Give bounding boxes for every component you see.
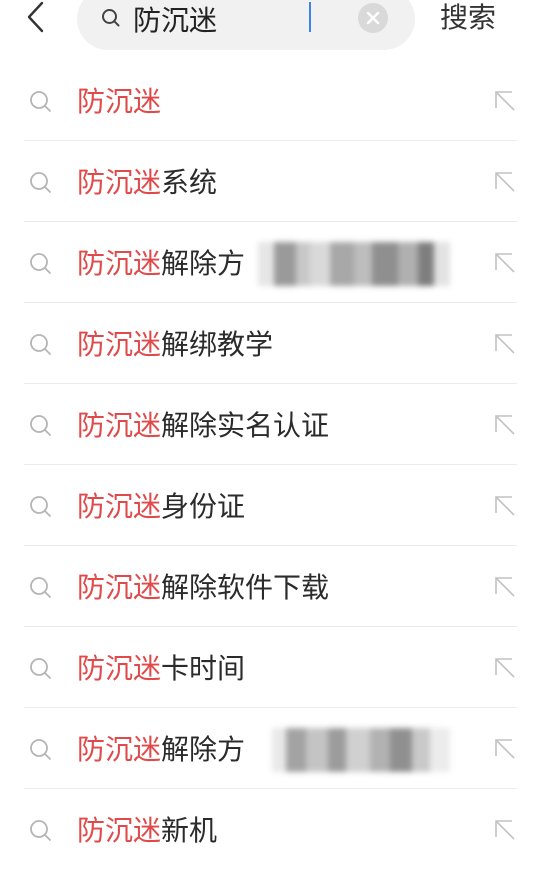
- suggestion-match: 防沉迷: [77, 733, 162, 766]
- suggestion-text: 防沉迷: [77, 82, 161, 122]
- suggestion-match: 防沉迷: [77, 490, 162, 523]
- chevron-left-icon: [27, 1, 44, 33]
- search-icon: [30, 496, 51, 517]
- suggestion-list: 防沉迷 防沉迷系统 防沉迷解除方 防沉迷解绑教学 防沉迷解除实名认证 防沉迷身份…: [0, 60, 541, 870]
- suggestion-match: 防沉迷: [77, 328, 162, 361]
- clear-circle-icon: [358, 3, 388, 33]
- search-icon: [30, 739, 51, 760]
- search-icon: [30, 172, 51, 193]
- suggestion-rest: 系统: [161, 166, 218, 199]
- search-box[interactable]: [77, 0, 415, 50]
- arrow-up-left-icon[interactable]: [490, 572, 520, 602]
- suggestion-text: 防沉迷解绑教学: [77, 325, 273, 365]
- suggestion-item[interactable]: 防沉迷身份证: [0, 465, 541, 546]
- search-icon: [102, 9, 120, 27]
- search-icon: [30, 820, 51, 841]
- suggestion-rest: 解除方: [161, 733, 246, 766]
- suggestion-text: 防沉迷解除方: [77, 730, 245, 770]
- arrow-up-left-icon[interactable]: [490, 329, 520, 359]
- suggestion-match: 防沉迷: [77, 166, 162, 199]
- suggestion-rest: 解除实名认证: [161, 409, 330, 442]
- suggestion-rest: 解除方: [161, 247, 246, 280]
- suggestion-rest: 解除软件下载: [161, 571, 330, 604]
- suggestion-match: 防沉迷: [77, 409, 162, 442]
- arrow-up-left-icon[interactable]: [490, 815, 520, 845]
- suggestion-item[interactable]: 防沉迷新机: [0, 789, 541, 870]
- suggestion-match: 防沉迷: [77, 247, 162, 280]
- search-input[interactable]: [133, 2, 353, 36]
- arrow-up-left-icon[interactable]: [490, 653, 520, 683]
- suggestion-match: 防沉迷: [77, 571, 162, 604]
- suggestion-text: 防沉迷解除方: [77, 244, 245, 284]
- search-submit-button[interactable]: 搜索: [440, 0, 496, 36]
- search-icon: [30, 415, 51, 436]
- search-icon: [30, 91, 51, 112]
- suggestion-text: 防沉迷解除实名认证: [77, 406, 329, 446]
- search-header: 搜索: [0, 0, 541, 60]
- suggestion-match: 防沉迷: [77, 652, 162, 685]
- suggestion-text: 防沉迷系统: [77, 163, 217, 203]
- suggestion-item[interactable]: 防沉迷解绑教学: [0, 303, 541, 384]
- suggestion-match: 防沉迷: [77, 85, 162, 118]
- suggestion-rest: 新机: [161, 814, 218, 847]
- search-icon: [30, 658, 51, 679]
- suggestion-item[interactable]: 防沉迷: [0, 60, 541, 141]
- suggestion-text: 防沉迷解除软件下载: [77, 568, 329, 608]
- suggestion-match: 防沉迷: [77, 814, 162, 847]
- arrow-up-left-icon[interactable]: [490, 410, 520, 440]
- back-button[interactable]: [18, 0, 58, 36]
- arrow-up-left-icon[interactable]: [490, 734, 520, 764]
- arrow-up-left-icon[interactable]: [490, 491, 520, 521]
- clear-button[interactable]: [357, 2, 389, 34]
- suggestion-item[interactable]: 防沉迷系统: [0, 141, 541, 222]
- suggestion-rest: 解绑教学: [161, 328, 274, 361]
- search-icon: [30, 253, 51, 274]
- search-icon: [30, 577, 51, 598]
- arrow-up-left-icon[interactable]: [490, 86, 520, 116]
- search-icon: [30, 334, 51, 355]
- suggestion-item[interactable]: 防沉迷解除实名认证: [0, 384, 541, 465]
- suggestion-text: 防沉迷新机: [77, 811, 217, 851]
- text-caret: [309, 2, 311, 32]
- suggestion-item[interactable]: 防沉迷卡时间: [0, 627, 541, 708]
- arrow-up-left-icon[interactable]: [490, 248, 520, 278]
- redacted-area: [272, 728, 450, 772]
- suggestion-item[interactable]: 防沉迷解除方: [0, 708, 541, 789]
- suggestion-item[interactable]: 防沉迷解除方: [0, 222, 541, 303]
- suggestion-text: 防沉迷身份证: [77, 487, 245, 527]
- suggestion-rest: 卡时间: [161, 652, 246, 685]
- suggestion-rest: 身份证: [161, 490, 246, 523]
- suggestion-text: 防沉迷卡时间: [77, 649, 245, 689]
- suggestion-item[interactable]: 防沉迷解除软件下载: [0, 546, 541, 627]
- arrow-up-left-icon[interactable]: [490, 167, 520, 197]
- redacted-area: [258, 242, 450, 286]
